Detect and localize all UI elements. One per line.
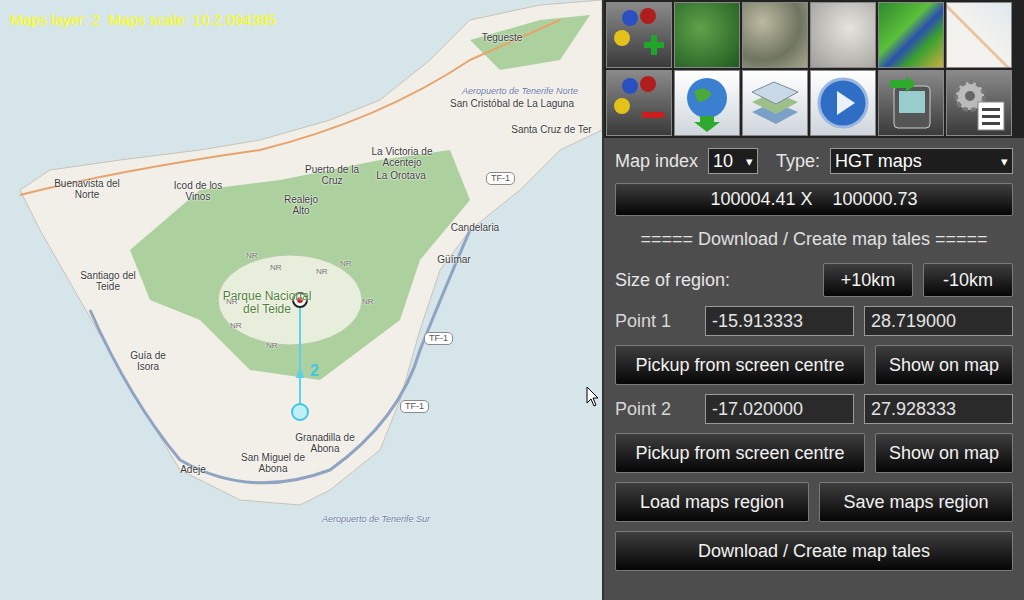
pickup-button[interactable]: Pickup from screen centre — [615, 345, 865, 385]
app-window: 2TeguesteAeropuerto de Tenerife NorteSan… — [0, 0, 1024, 600]
settings-icon[interactable] — [946, 70, 1012, 136]
map-index-row: Map index 10▾ Type: HGT maps▾ — [615, 148, 1013, 174]
point-label: Point 1 — [615, 311, 695, 332]
map-label: NR — [266, 340, 278, 351]
route-label: 2 — [310, 362, 319, 380]
latitude-field[interactable]: 27.928333 — [864, 394, 1013, 424]
map-label: San Miguel de Abona — [238, 452, 308, 474]
map-info-overlay: Maps layer: 2 Maps scale: 10.2.094395 — [10, 11, 276, 28]
map-label: NR — [230, 320, 242, 331]
map-label: Guía de Isora — [118, 350, 178, 372]
map-label: La Victoria de Acentejo — [362, 146, 442, 168]
map-label: Güímar — [424, 254, 484, 265]
region-size-button[interactable]: +10km — [823, 263, 913, 297]
point-label: Point 2 — [615, 399, 695, 420]
toolbar — [604, 0, 1024, 138]
type-dropdown[interactable]: HGT maps▾ — [830, 148, 1013, 174]
map-label: Puerto de la Cruz — [302, 164, 362, 186]
map-label: NR — [316, 266, 328, 277]
colored-terrain-icon[interactable] — [878, 2, 944, 68]
map-label: Adeje — [168, 464, 218, 475]
street-map-icon[interactable] — [946, 2, 1012, 68]
region-size-button[interactable]: -10km — [923, 263, 1013, 297]
longitude-field[interactable]: -15.913333 — [705, 306, 854, 336]
play-icon[interactable] — [810, 70, 876, 136]
map-label: Granadilla de Abona — [290, 432, 360, 454]
map-index-label: Map index — [615, 151, 698, 172]
map-label: Buenavista del Norte — [52, 178, 122, 200]
map-label: TF-1 — [424, 332, 453, 345]
map-label: NR — [340, 258, 352, 269]
map-label: NR — [226, 296, 238, 307]
add-layer-icon[interactable] — [606, 2, 672, 68]
map-label: NR — [362, 296, 374, 307]
point-row: Point 2 -17.020000 27.928333 — [615, 394, 1013, 424]
region-file-button[interactable]: Load maps region — [615, 482, 809, 522]
map-view[interactable]: 2TeguesteAeropuerto de Tenerife NorteSan… — [0, 0, 602, 600]
section-title: ===== Download / Create map tales ===== — [615, 225, 1013, 254]
map-index-dropdown[interactable]: 10▾ — [708, 148, 758, 174]
layers-icon[interactable] — [742, 70, 808, 136]
map-label: TF-1 — [400, 400, 429, 413]
map-label: Icod de los Vinos — [168, 180, 228, 202]
type-label: Type: — [776, 151, 820, 172]
control-panel: Map index 10▾ Type: HGT maps▾ 100004.41 X 10… — [602, 0, 1024, 600]
region-size-label: Size of region: — [615, 270, 813, 291]
point-buttons-row: Pickup from screen centreShow on map — [615, 433, 1013, 473]
pickup-button[interactable]: Pickup from screen centre — [615, 433, 865, 473]
satellite-map-icon[interactable] — [742, 2, 808, 68]
map-label: Realejo Alto — [276, 194, 326, 216]
map-label: Candelaria — [440, 222, 510, 233]
mouse-cursor-icon — [586, 386, 600, 408]
terrain-map-icon[interactable] — [674, 2, 740, 68]
show-on-map-button[interactable]: Show on map — [875, 433, 1013, 473]
show-on-map-button[interactable]: Show on map — [875, 345, 1013, 385]
map-label: San Cristóbal de La Laguna — [432, 98, 592, 109]
region-size-row: Size of region: +10km -10km — [615, 263, 1013, 297]
globe-download-icon[interactable] — [674, 70, 740, 136]
map-label: Santiago del Teide — [78, 270, 138, 292]
map-label: NR — [270, 262, 282, 273]
relief-map-icon[interactable] — [810, 2, 876, 68]
download-button[interactable]: Download / Create map tales — [615, 531, 1013, 571]
map-label: La Orotava — [366, 170, 436, 181]
coordinates-display[interactable]: 100004.41 X 100000.73 — [615, 183, 1013, 216]
region-file-row: Load maps regionSave maps region — [615, 482, 1013, 522]
longitude-field[interactable]: -17.020000 — [705, 394, 854, 424]
map-label: TF-1 — [486, 172, 515, 185]
remove-layer-icon[interactable] — [606, 70, 672, 136]
device-export-icon[interactable] — [878, 70, 944, 136]
map-label: Aeropuerto de Tenerife Norte — [440, 86, 600, 97]
map-label: Santa Cruz de Ter — [503, 124, 600, 135]
map-label: Tegueste — [462, 32, 542, 43]
point-row: Point 1 -15.913333 28.719000 — [615, 306, 1013, 336]
latitude-field[interactable]: 28.719000 — [864, 306, 1013, 336]
point-buttons-row: Pickup from screen centreShow on map — [615, 345, 1013, 385]
map-label: Aeropuerto de Tenerife Sur — [296, 514, 456, 525]
map-form: Map index 10▾ Type: HGT maps▾ 100004.41 X 10… — [604, 138, 1024, 571]
map-label: NR — [246, 250, 258, 261]
region-file-button[interactable]: Save maps region — [819, 482, 1013, 522]
